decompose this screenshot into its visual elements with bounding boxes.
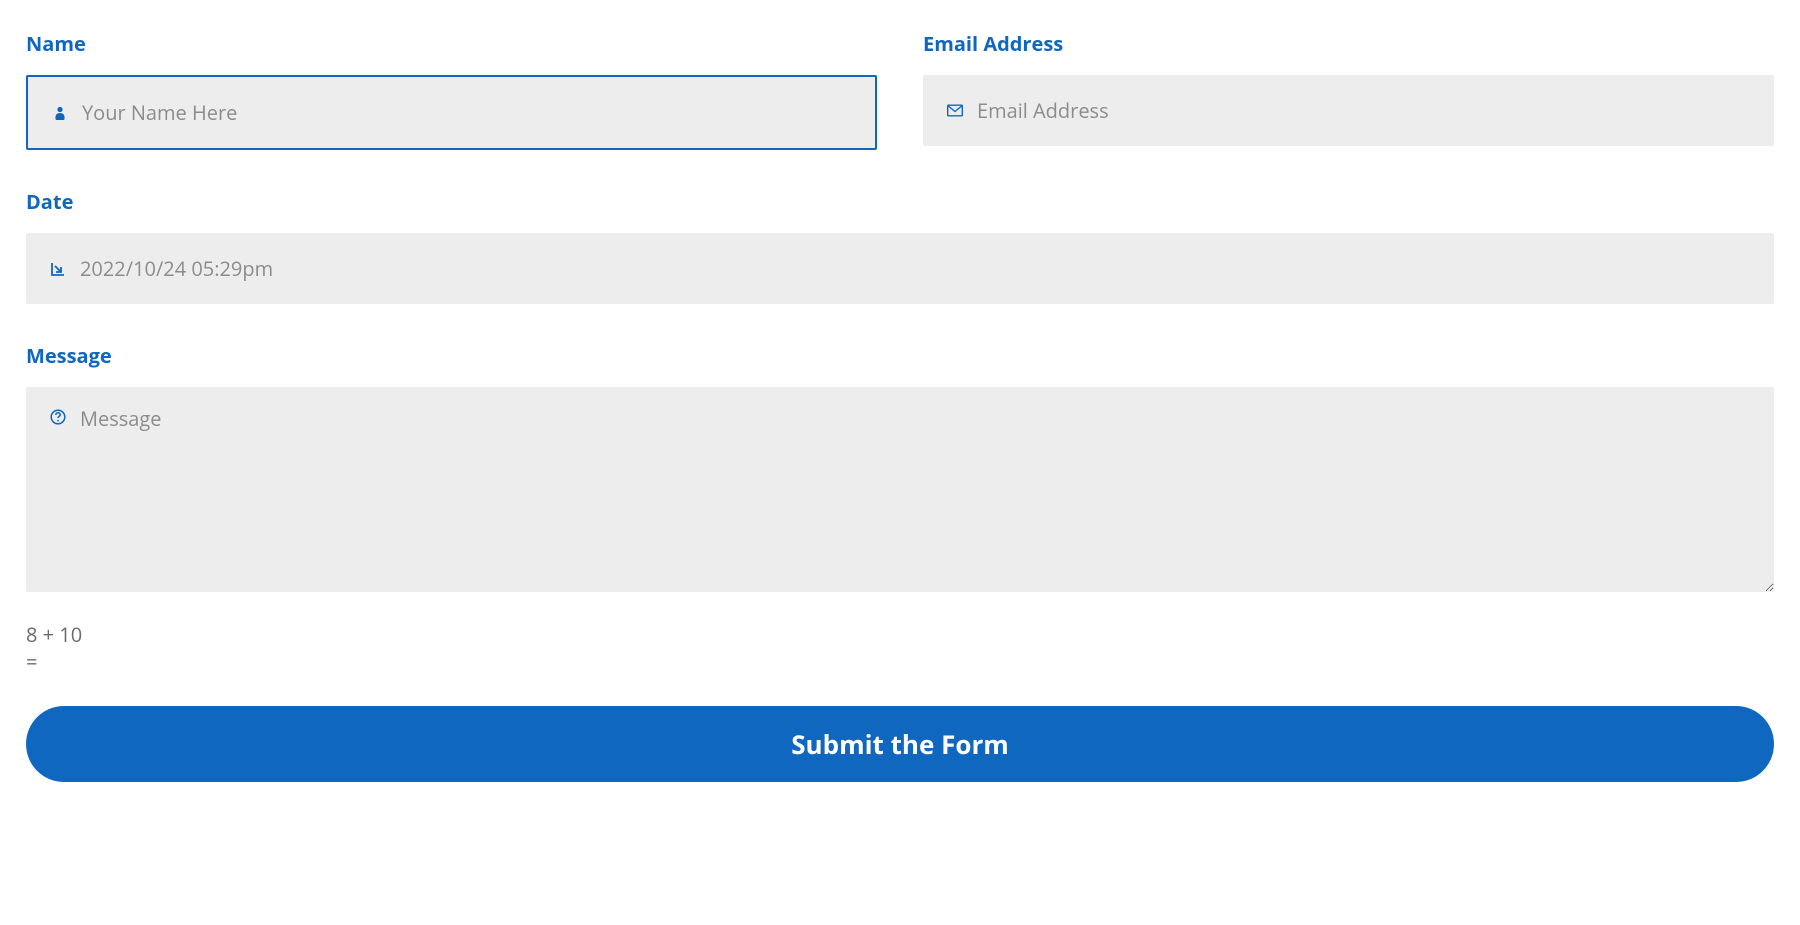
row-name-email: Name Email Address [26, 30, 1774, 150]
date-input-wrap [26, 233, 1774, 304]
user-icon [52, 105, 68, 121]
captcha-row: 8 + 10 = [26, 616, 1774, 680]
question-circle-icon [50, 409, 66, 425]
email-label: Email Address [923, 30, 1774, 57]
captcha-question: 8 + 10 = [26, 621, 95, 675]
email-field-group: Email Address [923, 30, 1774, 150]
message-label: Message [26, 342, 1774, 369]
name-input[interactable] [28, 77, 875, 148]
name-field-group: Name [26, 30, 877, 150]
email-input-wrap [923, 75, 1774, 146]
mail-icon [947, 103, 963, 119]
message-textarea[interactable] [26, 387, 1774, 592]
message-field-group: Message [26, 342, 1774, 592]
submit-button[interactable]: Submit the Form [26, 706, 1774, 782]
contact-form: Name Email Address [26, 30, 1774, 782]
captcha-input[interactable] [107, 616, 1774, 680]
date-input[interactable] [26, 233, 1774, 304]
date-field-group: Date [26, 188, 1774, 304]
name-label: Name [26, 30, 877, 57]
date-label: Date [26, 188, 1774, 215]
date-arrow-icon [50, 261, 66, 277]
message-input-wrap [26, 387, 1774, 592]
email-input[interactable] [923, 75, 1774, 146]
name-input-wrap [26, 75, 877, 150]
